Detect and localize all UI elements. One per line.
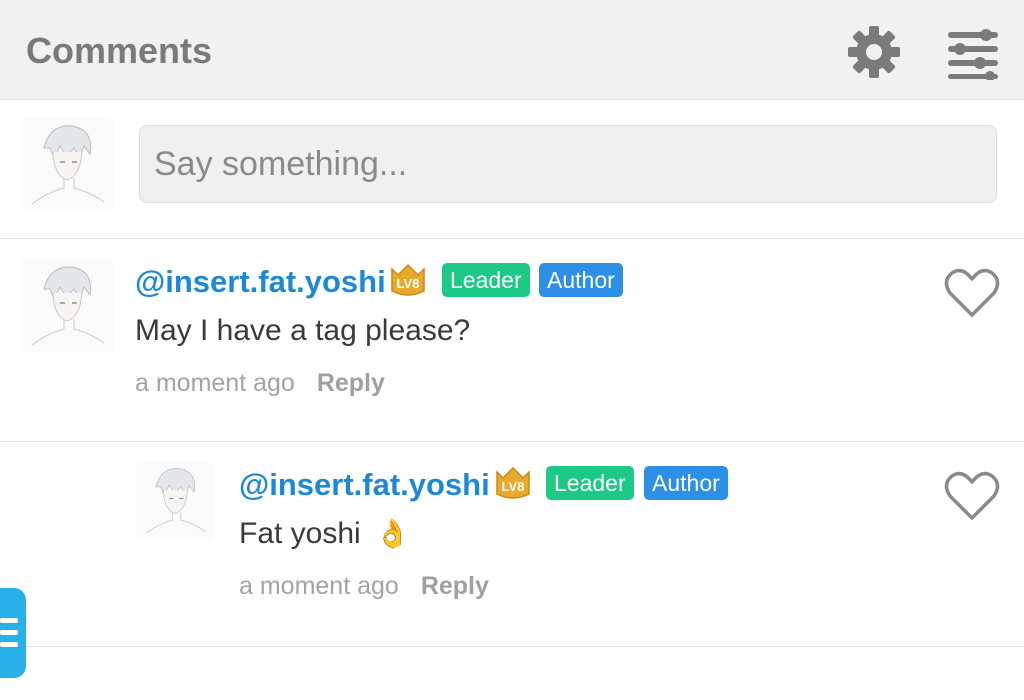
heart-icon[interactable] (944, 267, 1000, 319)
heart-icon[interactable] (944, 470, 1000, 522)
leader-badge: Leader (442, 263, 530, 297)
comment-item: @insert.fat.yoshi LV8 Leader Author Fat … (0, 442, 1024, 647)
sliders-icon[interactable] (944, 24, 1002, 81)
page-title: Comments (26, 30, 213, 71)
comment-timestamp: a moment ago (135, 369, 295, 397)
comment-text-content: Fat yoshi (239, 517, 361, 550)
comment-input[interactable] (139, 125, 997, 203)
ok-hand-emoji: 👌 (375, 518, 410, 549)
avatar[interactable] (136, 462, 214, 540)
svg-text:LV8: LV8 (502, 479, 525, 494)
svg-text:LV8: LV8 (397, 276, 420, 291)
comment-timestamp: a moment ago (239, 572, 399, 600)
author-badge: Author (644, 466, 728, 500)
side-menu-button[interactable] (0, 588, 26, 678)
avatar[interactable] (20, 118, 114, 212)
leader-badge: Leader (546, 466, 634, 500)
header-bar: Comments (0, 0, 1024, 100)
comment-text: Fat yoshi 👌 (239, 516, 410, 552)
gear-icon[interactable] (846, 24, 902, 80)
comment-item: @insert.fat.yoshi LV8 Leader Author May … (0, 239, 1024, 442)
level-badge-icon: LV8 (388, 263, 428, 297)
author-badge: Author (539, 263, 623, 297)
comment-meta: a moment ago Reply (239, 571, 489, 601)
comment-text: May I have a tag please? (135, 314, 471, 347)
comment-username[interactable]: @insert.fat.yoshi (135, 264, 386, 300)
comment-meta: a moment ago Reply (135, 368, 385, 398)
avatar[interactable] (20, 259, 114, 353)
level-badge-icon: LV8 (493, 466, 533, 500)
reply-button[interactable]: Reply (421, 572, 489, 600)
menu-icon (0, 618, 18, 647)
comment-username[interactable]: @insert.fat.yoshi (239, 467, 490, 503)
compose-row (0, 100, 1024, 239)
reply-button[interactable]: Reply (317, 369, 385, 397)
